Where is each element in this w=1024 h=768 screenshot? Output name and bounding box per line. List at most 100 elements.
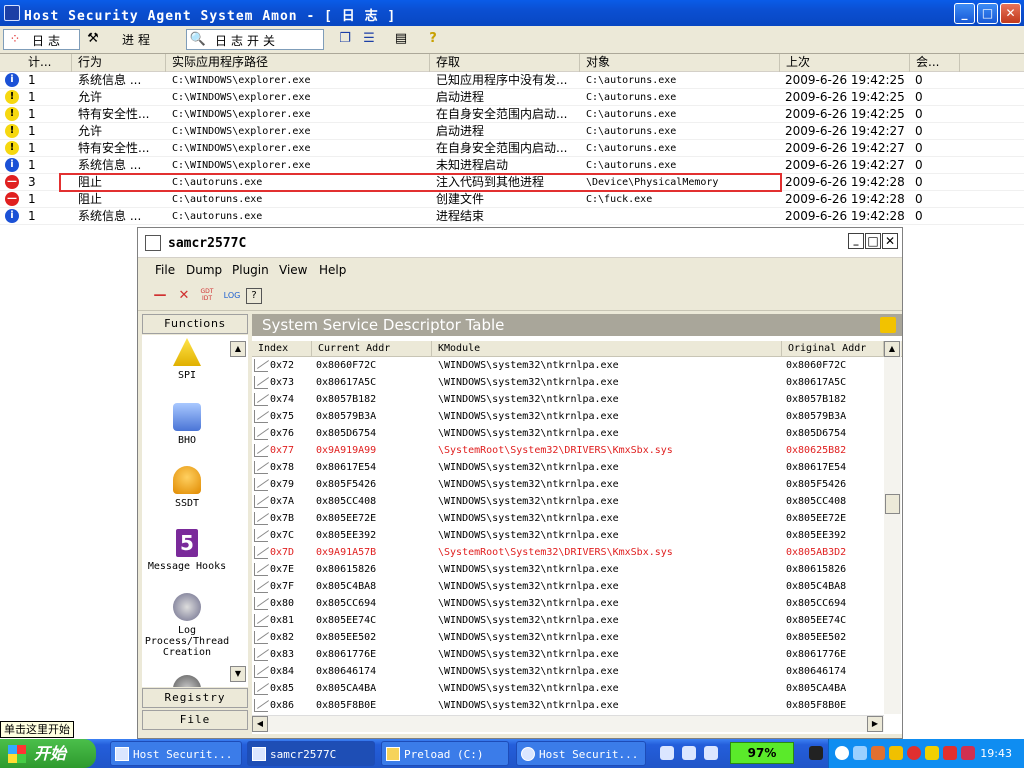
close-button[interactable]: ✕ [1000,3,1021,24]
pen-icon[interactable] [682,746,696,760]
minimize-button[interactable]: _ [954,3,975,24]
function-message-hooks[interactable]: 5 Message Hooks [142,529,232,572]
alert-icon[interactable] [943,746,957,760]
plug-icon[interactable] [809,746,823,760]
log-row[interactable]: — 1 阻止 C:\autoruns.exe 创建文件 C:\fuck.exe 2009-6… [0,191,1024,208]
task-host-security-1[interactable]: Host Securit... [110,741,242,766]
menu-file[interactable]: File [155,263,175,277]
properties-icon[interactable]: ▤ [392,30,410,48]
log-icon[interactable]: LOG [222,288,242,304]
cascade-icon[interactable]: ❐ [336,30,354,48]
col-path[interactable]: 实际应用程序路径 [166,54,430,72]
ssdt-row-hooked[interactable]: 0x77 0x9A919A99 \SystemRoot\System32\DRIVE… [252,442,884,459]
ime-icon[interactable] [704,746,718,760]
log-row[interactable]: i 1 系统信息 ... C:\WINDOWS\explorer.exe 未知进程启动 C… [0,157,1024,174]
maximize-button[interactable]: □ [977,3,998,24]
menu-plugin[interactable]: Plugin [232,263,269,277]
functions-header[interactable]: Functions [142,314,248,334]
ssdt-row[interactable]: 0x74 0x8057B182 \WINDOWS\system32\ntkrnlpa… [252,391,884,408]
ssdt-row[interactable]: 0x75 0x80579B3A \WINDOWS\system32\ntkrnlpa… [252,408,884,425]
col-current-addr[interactable]: Current Addr [312,341,432,357]
ssdt-row[interactable]: 0x76 0x805D6754 \WINDOWS\system32\ntkrnlpa… [252,425,884,442]
ssdt-row[interactable]: 0x79 0x805F5426 \WINDOWS\system32\ntkrnlpa… [252,476,884,493]
firewall-icon[interactable] [871,746,885,760]
keyboard-icon[interactable] [660,746,674,760]
security-shield-icon[interactable] [889,746,903,760]
col-object[interactable]: 对象 [580,54,780,72]
shield-icon[interactable] [961,746,975,760]
ssdt-row[interactable]: 0x7F 0x805C4BA8 \WINDOWS\system32\ntkrnlpa… [252,578,884,595]
child-titlebar[interactable]: samcr2577C _ □ ✕ [138,228,902,258]
gdt-idt-icon[interactable]: GDT IDT [199,288,215,304]
menu-dump[interactable]: Dump [186,263,222,277]
ssdt-horizontal-scrollbar[interactable]: ◀ ▶ [252,715,884,732]
log-switch-button[interactable]: 🔍 日志开关 [186,29,324,50]
ssdt-row[interactable]: 0x7C 0x805EE392 \WINDOWS\system32\ntkrnlpa… [252,527,884,544]
function-next-partial[interactable] [142,675,232,687]
ssdt-row[interactable]: 0x7E 0x80615826 \WINDOWS\system32\ntkrnlpa… [252,561,884,578]
ssdt-row[interactable]: 0x72 0x8060F72C \WINDOWS\system32\ntkrnlpa… [252,357,884,374]
function-bho[interactable]: BHO [142,403,232,446]
ssdt-tool-window[interactable]: samcr2577C _ □ ✕ File Dump Plugin View H… [137,227,903,739]
func-scroll-up[interactable]: ▲ [230,341,246,357]
tile-icon[interactable]: ☰ [360,30,378,48]
task-samcr[interactable]: samcr2577C [247,741,375,766]
child-minimize-button[interactable]: _ [848,233,864,249]
ssdt-row[interactable]: 0x83 0x8061776E \WINDOWS\system32\ntkrnlpa… [252,646,884,663]
function-ssdt[interactable]: SSDT [142,466,232,509]
col-kmodule[interactable]: KModule [432,341,782,357]
log-row[interactable]: i 1 系统信息 ... C:\autoruns.exe 进程结束 2009-6-26 1… [0,208,1024,225]
registry-tab[interactable]: Registry [142,688,248,708]
col-action[interactable]: 行为 [72,54,166,72]
task-preload[interactable]: Preload (C:) [381,741,509,766]
log-row[interactable]: ! 1 允许 C:\WINDOWS\explorer.exe 启动进程 C:\autoru… [0,123,1024,140]
scroll-left-button[interactable]: ◀ [252,716,268,732]
ssdt-row[interactable]: 0x82 0x805EE502 \WINDOWS\system32\ntkrnlpa… [252,629,884,646]
ssdt-row[interactable]: 0x7A 0x805CC408 \WINDOWS\system32\ntkrnlpa… [252,493,884,510]
log-row[interactable]: ! 1 允许 C:\WINDOWS\explorer.exe 启动进程 C:\autoru… [0,89,1024,106]
child-maximize-button[interactable]: □ [865,233,881,249]
col-access[interactable]: 存取 [430,54,580,72]
col-index[interactable]: Index [252,341,312,357]
ssdt-row[interactable]: 0x73 0x80617A5C \WINDOWS\system32\ntkrnlpa… [252,374,884,391]
menu-help[interactable]: Help [319,263,346,277]
network-icon[interactable] [853,746,867,760]
col-time[interactable]: 上次 [780,54,910,72]
col-session[interactable]: 会... [910,54,960,72]
scroll-up-button[interactable]: ▲ [884,341,900,357]
log-row[interactable]: ! 1 特有安全性... C:\WINDOWS\explorer.exe 在自身安全范围… [0,140,1024,157]
sound-icon[interactable] [925,746,939,760]
back-icon[interactable] [835,746,849,760]
ssdt-row[interactable]: 0x80 0x805CC694 \WINDOWS\system32\ntkrnlpa… [252,595,884,612]
antivirus-icon[interactable] [907,746,921,760]
pin-icon[interactable] [880,317,896,333]
process-tab-label[interactable]: 进程 [122,31,154,48]
menu-view[interactable]: View [279,263,307,277]
log-row[interactable]: i 1 系统信息 ... C:\WINDOWS\explorer.exe 已知应用程序中… [0,72,1024,89]
function-log-process[interactable]: Log Process/Thread Creation [142,593,232,658]
delete-icon[interactable]: ✕ [176,288,192,304]
ssdt-row[interactable]: 0x84 0x80646174 \WINDOWS\system32\ntkrnlpa… [252,663,884,680]
minus-icon[interactable]: — [152,288,168,304]
col-original-addr[interactable]: Original Addr [782,341,884,357]
clock[interactable]: 19:43 [980,747,1012,760]
ssdt-row[interactable]: 0x7B 0x805EE72E \WINDOWS\system32\ntkrnlpa… [252,510,884,527]
child-close-button[interactable]: ✕ [882,233,898,249]
main-titlebar[interactable]: Host Security Agent System Amon - [ 日 志 … [0,0,1024,26]
ssdt-vertical-scrollbar[interactable]: ▲ [884,341,901,714]
scroll-right-button[interactable]: ▶ [867,716,883,732]
cpu-usage-meter[interactable]: 97% [730,742,794,764]
function-spi[interactable]: SPI [142,338,232,381]
file-tab[interactable]: File [142,710,248,730]
ssdt-row[interactable]: 0x85 0x805CA4BA \WINDOWS\system32\ntkrnlpa… [252,680,884,697]
col-count[interactable]: 计... [22,54,72,72]
ssdt-row[interactable]: 0x81 0x805EE74C \WINDOWS\system32\ntkrnlpa… [252,612,884,629]
log-tab-button[interactable]: ⁘ 日志 [3,29,80,50]
task-host-security-2[interactable]: Host Securit... [516,741,646,766]
start-button[interactable]: 开始 [0,739,96,768]
func-scroll-down[interactable]: ▼ [230,666,246,682]
ssdt-row-hooked[interactable]: 0x7D 0x9A91A57B \SystemRoot\System32\DRIVE… [252,544,884,561]
scroll-thumb[interactable] [885,494,900,514]
ssdt-row[interactable]: 0x86 0x805F8B0E \WINDOWS\system32\ntkrnlpa… [252,697,884,714]
ssdt-row[interactable]: 0x78 0x80617E54 \WINDOWS\system32\ntkrnlpa… [252,459,884,476]
